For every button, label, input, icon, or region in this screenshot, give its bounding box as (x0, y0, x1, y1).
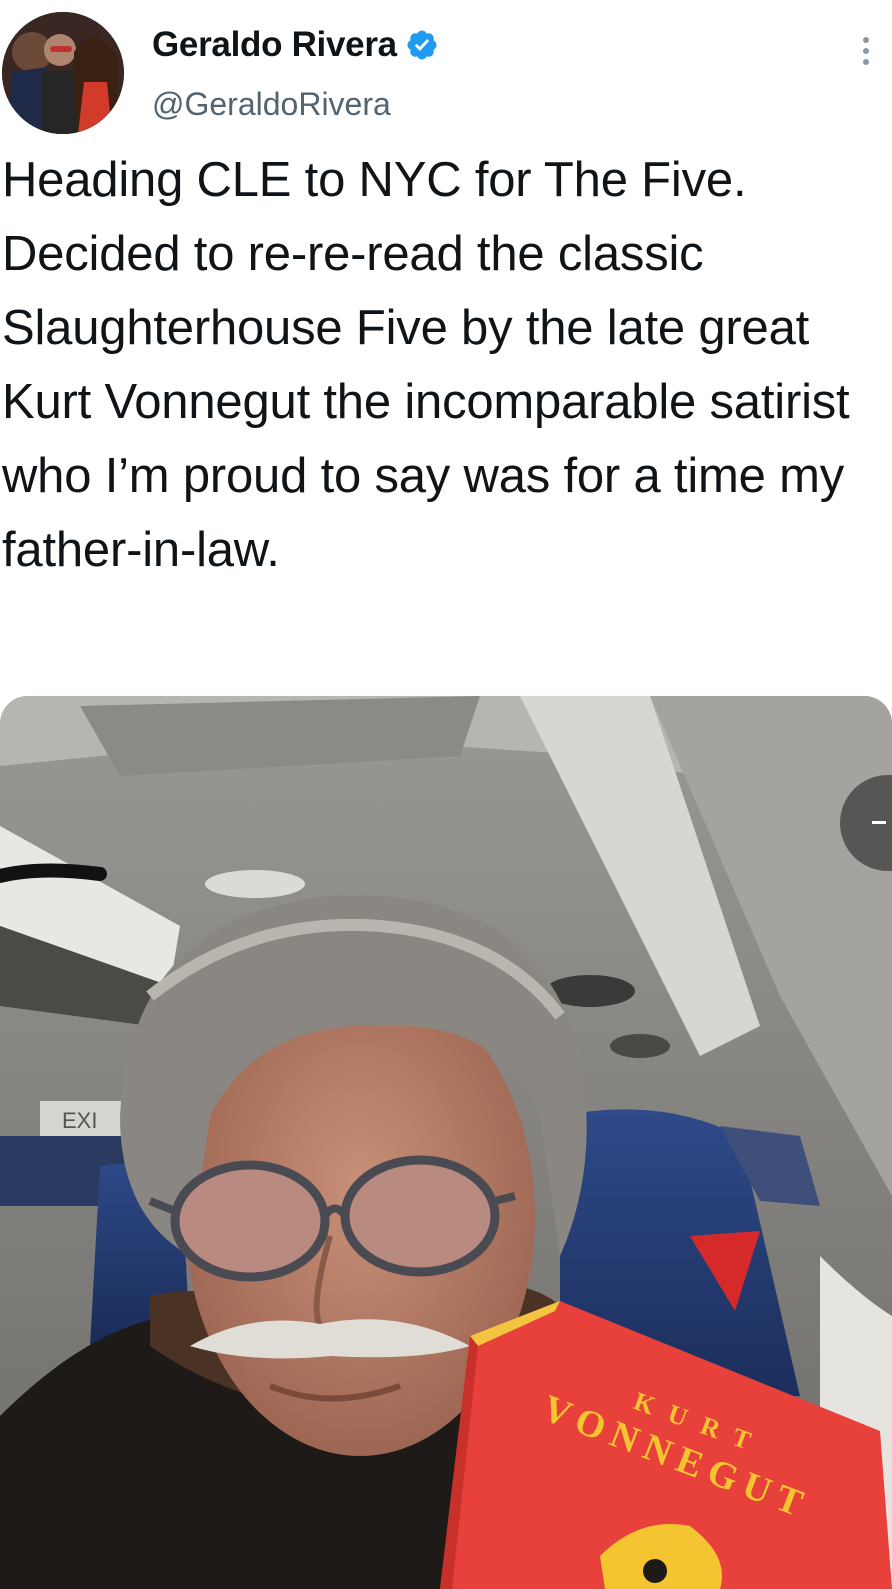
more-vertical-icon[interactable] (860, 36, 872, 66)
avatar-image (2, 12, 124, 134)
exit-sign: EXI (62, 1108, 97, 1133)
photo-scene: EXI KURT VONNEGUT (0, 696, 892, 1589)
tweet-photo[interactable]: EXI KURT VONNEGUT (0, 696, 892, 1589)
display-name[interactable]: Geraldo Rivera (152, 25, 397, 65)
tweet-text: Heading CLE to NYC for The Five. Decided… (2, 153, 850, 577)
handle[interactable]: @GeraldoRivera (152, 86, 391, 123)
next-media-icon (872, 821, 886, 824)
author-row: Geraldo Rivera (152, 25, 439, 65)
verified-badge-icon (407, 30, 437, 60)
avatar[interactable] (2, 12, 124, 134)
